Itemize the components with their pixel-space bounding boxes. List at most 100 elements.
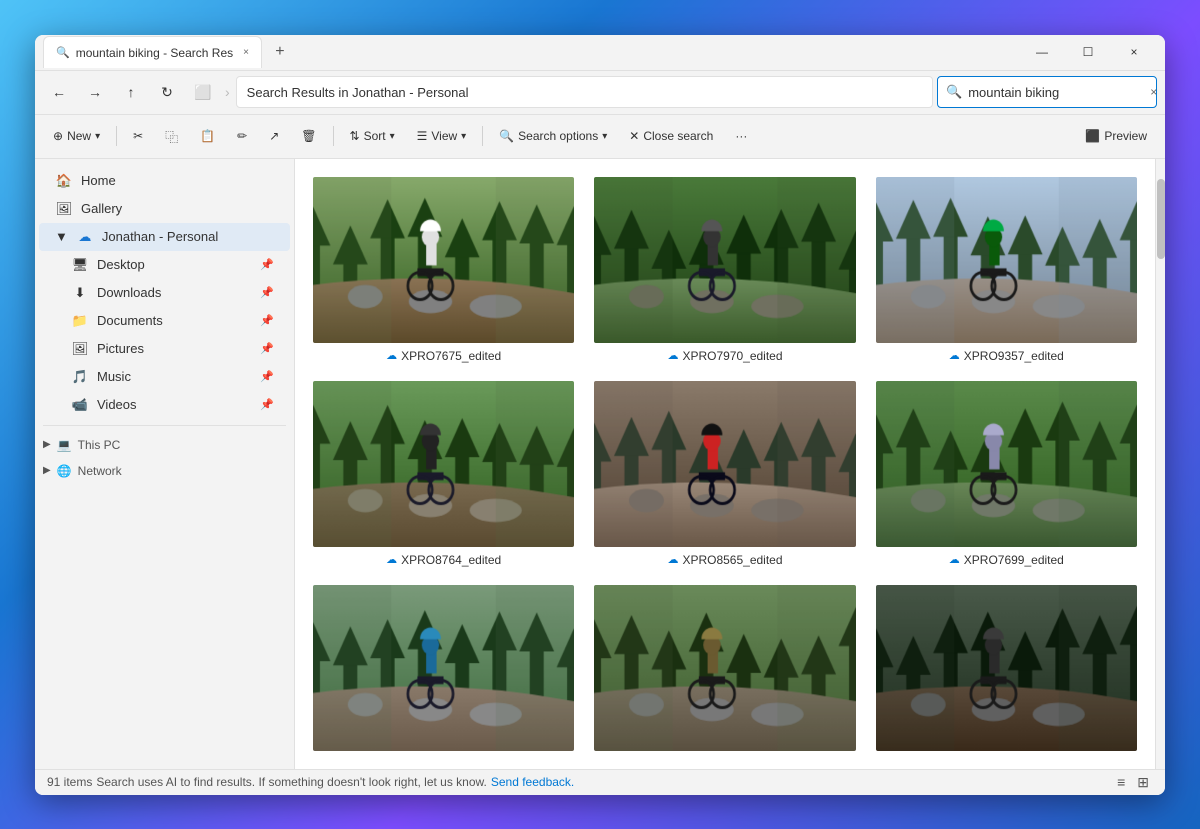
refresh-button[interactable]: ↻	[151, 76, 183, 108]
sidebar-item-documents[interactable]: 📁 Documents 📌	[55, 307, 290, 335]
view-button[interactable]: ☰ View ▾	[407, 120, 477, 152]
tab-label: mountain biking - Search Res	[76, 46, 233, 60]
sidebar-item-music[interactable]: 🎵 Music 📌	[55, 363, 290, 391]
close-tab-button[interactable]: ×	[243, 47, 249, 58]
new-button[interactable]: ⊕ New ▾	[43, 120, 110, 152]
new-tab-button[interactable]: +	[266, 38, 294, 66]
photo-item-4[interactable]: ☁ XPRO8764_edited	[311, 379, 576, 567]
videos-icon: 📹	[71, 397, 89, 413]
grid-view-button[interactable]: ⊞	[1133, 772, 1153, 793]
list-view-button[interactable]: ≡	[1113, 772, 1129, 793]
photo-thumb-2[interactable]	[592, 175, 857, 345]
sidebar-item-desktop[interactable]: 🖥 Desktop 📌	[55, 251, 290, 279]
photo-filename-6: XPRO7699_edited	[964, 553, 1064, 567]
sidebar-item-label-home: Home	[81, 173, 116, 188]
photo-label-5: ☁ XPRO8565_edited	[667, 553, 782, 567]
photo-item-2[interactable]: ☁ XPRO7970_edited	[592, 175, 857, 363]
photo-filename-2: XPRO7970_edited	[682, 349, 782, 363]
paste-button[interactable]: 📋	[190, 120, 225, 152]
cut-icon: ✂	[133, 129, 143, 143]
window-controls: — ☐ ×	[1019, 35, 1157, 71]
photo-thumb-1[interactable]	[311, 175, 576, 345]
sidebar-item-videos[interactable]: 📹 Videos 📌	[55, 391, 290, 419]
photo-item-9[interactable]	[874, 583, 1139, 753]
sidebar-item-downloads[interactable]: ⬇ Downloads 📌	[55, 279, 290, 307]
photo-item-8[interactable]	[592, 583, 857, 753]
status-bar: 91 items Search uses AI to find results.…	[35, 769, 1165, 795]
gallery-icon: 🖼	[55, 201, 73, 217]
sidebar-item-jonathan[interactable]: ▼ ☁ Jonathan - Personal	[39, 223, 290, 251]
delete-button[interactable]: 🗑	[291, 120, 326, 152]
photo-thumb-7[interactable]	[311, 583, 576, 753]
sidebar-group-this-pc[interactable]: ▶ 💻 This PC	[35, 432, 294, 458]
photo-filename-5: XPRO8565_edited	[682, 553, 782, 567]
photo-item-3[interactable]: ☁ XPRO9357_edited	[874, 175, 1139, 363]
photo-label-1: ☁ XPRO7675_edited	[386, 349, 501, 363]
toolbar: ⊕ New ▾ ✂ ⿻ 📋 ✏ ↗ 🗑 ⇅ Sort ▾ ☰	[35, 115, 1165, 159]
photo-thumb-8[interactable]	[592, 583, 857, 753]
forward-button[interactable]: →	[79, 76, 111, 108]
active-tab[interactable]: 🔍 mountain biking - Search Res ×	[43, 36, 262, 68]
search-options-button[interactable]: 🔍 Search options ▾	[489, 120, 617, 152]
search-options-icon: 🔍	[499, 129, 514, 143]
scrollbar-thumb[interactable]	[1157, 179, 1165, 259]
clear-search-button[interactable]: ×	[1150, 85, 1157, 99]
more-button[interactable]: ···	[725, 120, 757, 152]
music-icon: 🎵	[71, 369, 89, 385]
share-button[interactable]: ↗	[259, 120, 289, 152]
pin-icon-music: 📌	[260, 370, 274, 383]
photo-label-6: ☁ XPRO7699_edited	[949, 553, 1064, 567]
photo-thumb-6[interactable]	[874, 379, 1139, 549]
preview-button[interactable]: ⬛ Preview	[1075, 120, 1157, 152]
sort-button[interactable]: ⇅ Sort ▾	[340, 120, 405, 152]
title-bar: 🔍 mountain biking - Search Res × + — ☐ ×	[35, 35, 1165, 71]
up-button[interactable]: ↑	[115, 76, 147, 108]
send-feedback-link[interactable]: Send feedback.	[491, 775, 574, 789]
home-icon: 🏠	[55, 173, 73, 189]
pin-icon-desktop: 📌	[260, 258, 274, 271]
photo-thumb-4[interactable]	[311, 379, 576, 549]
photo-item-5[interactable]: ☁ XPRO8565_edited	[592, 379, 857, 567]
photo-thumb-9[interactable]	[874, 583, 1139, 753]
sidebar-item-pictures[interactable]: 🖼 Pictures 📌	[55, 335, 290, 363]
photo-item-6[interactable]: ☁ XPRO7699_edited	[874, 379, 1139, 567]
back-button[interactable]: ←	[43, 76, 75, 108]
close-search-button[interactable]: ✕ Close search	[619, 120, 723, 152]
cloud-icon-2: ☁	[667, 349, 678, 362]
toolbar-separator-3	[482, 126, 483, 146]
sidebar-item-label-downloads: Downloads	[97, 285, 161, 300]
breadcrumb[interactable]: Search Results in Jonathan - Personal	[236, 76, 933, 108]
rename-button[interactable]: ✏	[227, 120, 257, 152]
pin-icon-downloads: 📌	[260, 286, 274, 299]
photo-item-1[interactable]: ☁ XPRO7675_edited	[311, 175, 576, 363]
new-icon: ⊕	[53, 129, 63, 143]
photo-item-7[interactable]	[311, 583, 576, 753]
sidebar-item-label-network: Network	[78, 464, 122, 478]
close-button[interactable]: ×	[1111, 35, 1157, 71]
sidebar-item-label-videos: Videos	[97, 397, 137, 412]
cut-button[interactable]: ✂	[123, 120, 153, 152]
minimize-button[interactable]: —	[1019, 35, 1065, 71]
sidebar-item-home[interactable]: 🏠 Home	[39, 167, 290, 195]
search-bar[interactable]: 🔍 ×	[937, 76, 1157, 108]
sort-dropdown-arrow: ▾	[390, 131, 395, 142]
search-input[interactable]	[968, 85, 1144, 100]
sidebar-item-label-music: Music	[97, 369, 131, 384]
ai-notice: Search uses AI to find results. If somet…	[96, 775, 487, 789]
tab-area: 🔍 mountain biking - Search Res × +	[43, 36, 1011, 68]
paste-icon: 📋	[200, 129, 215, 143]
right-scrollbar[interactable]	[1155, 159, 1165, 769]
copy-button[interactable]: ⿻	[155, 120, 188, 152]
photo-thumb-5[interactable]	[592, 379, 857, 549]
pictures-icon: 🖼	[71, 341, 89, 357]
photo-label-2: ☁ XPRO7970_edited	[667, 349, 782, 363]
new-dropdown-arrow: ▾	[95, 131, 100, 142]
photo-filename-1: XPRO7675_edited	[401, 349, 501, 363]
photo-thumb-3[interactable]	[874, 175, 1139, 345]
maximize-button[interactable]: ☐	[1065, 35, 1111, 71]
view-switch-button[interactable]: ⬜	[187, 76, 219, 108]
sidebar-item-label-this-pc: This PC	[78, 438, 121, 452]
sidebar-item-gallery[interactable]: 🖼 Gallery	[39, 195, 290, 223]
sidebar-group-network[interactable]: ▶ 🌐 Network	[35, 458, 294, 484]
expand-arrow-this-pc: ▶	[43, 439, 51, 450]
